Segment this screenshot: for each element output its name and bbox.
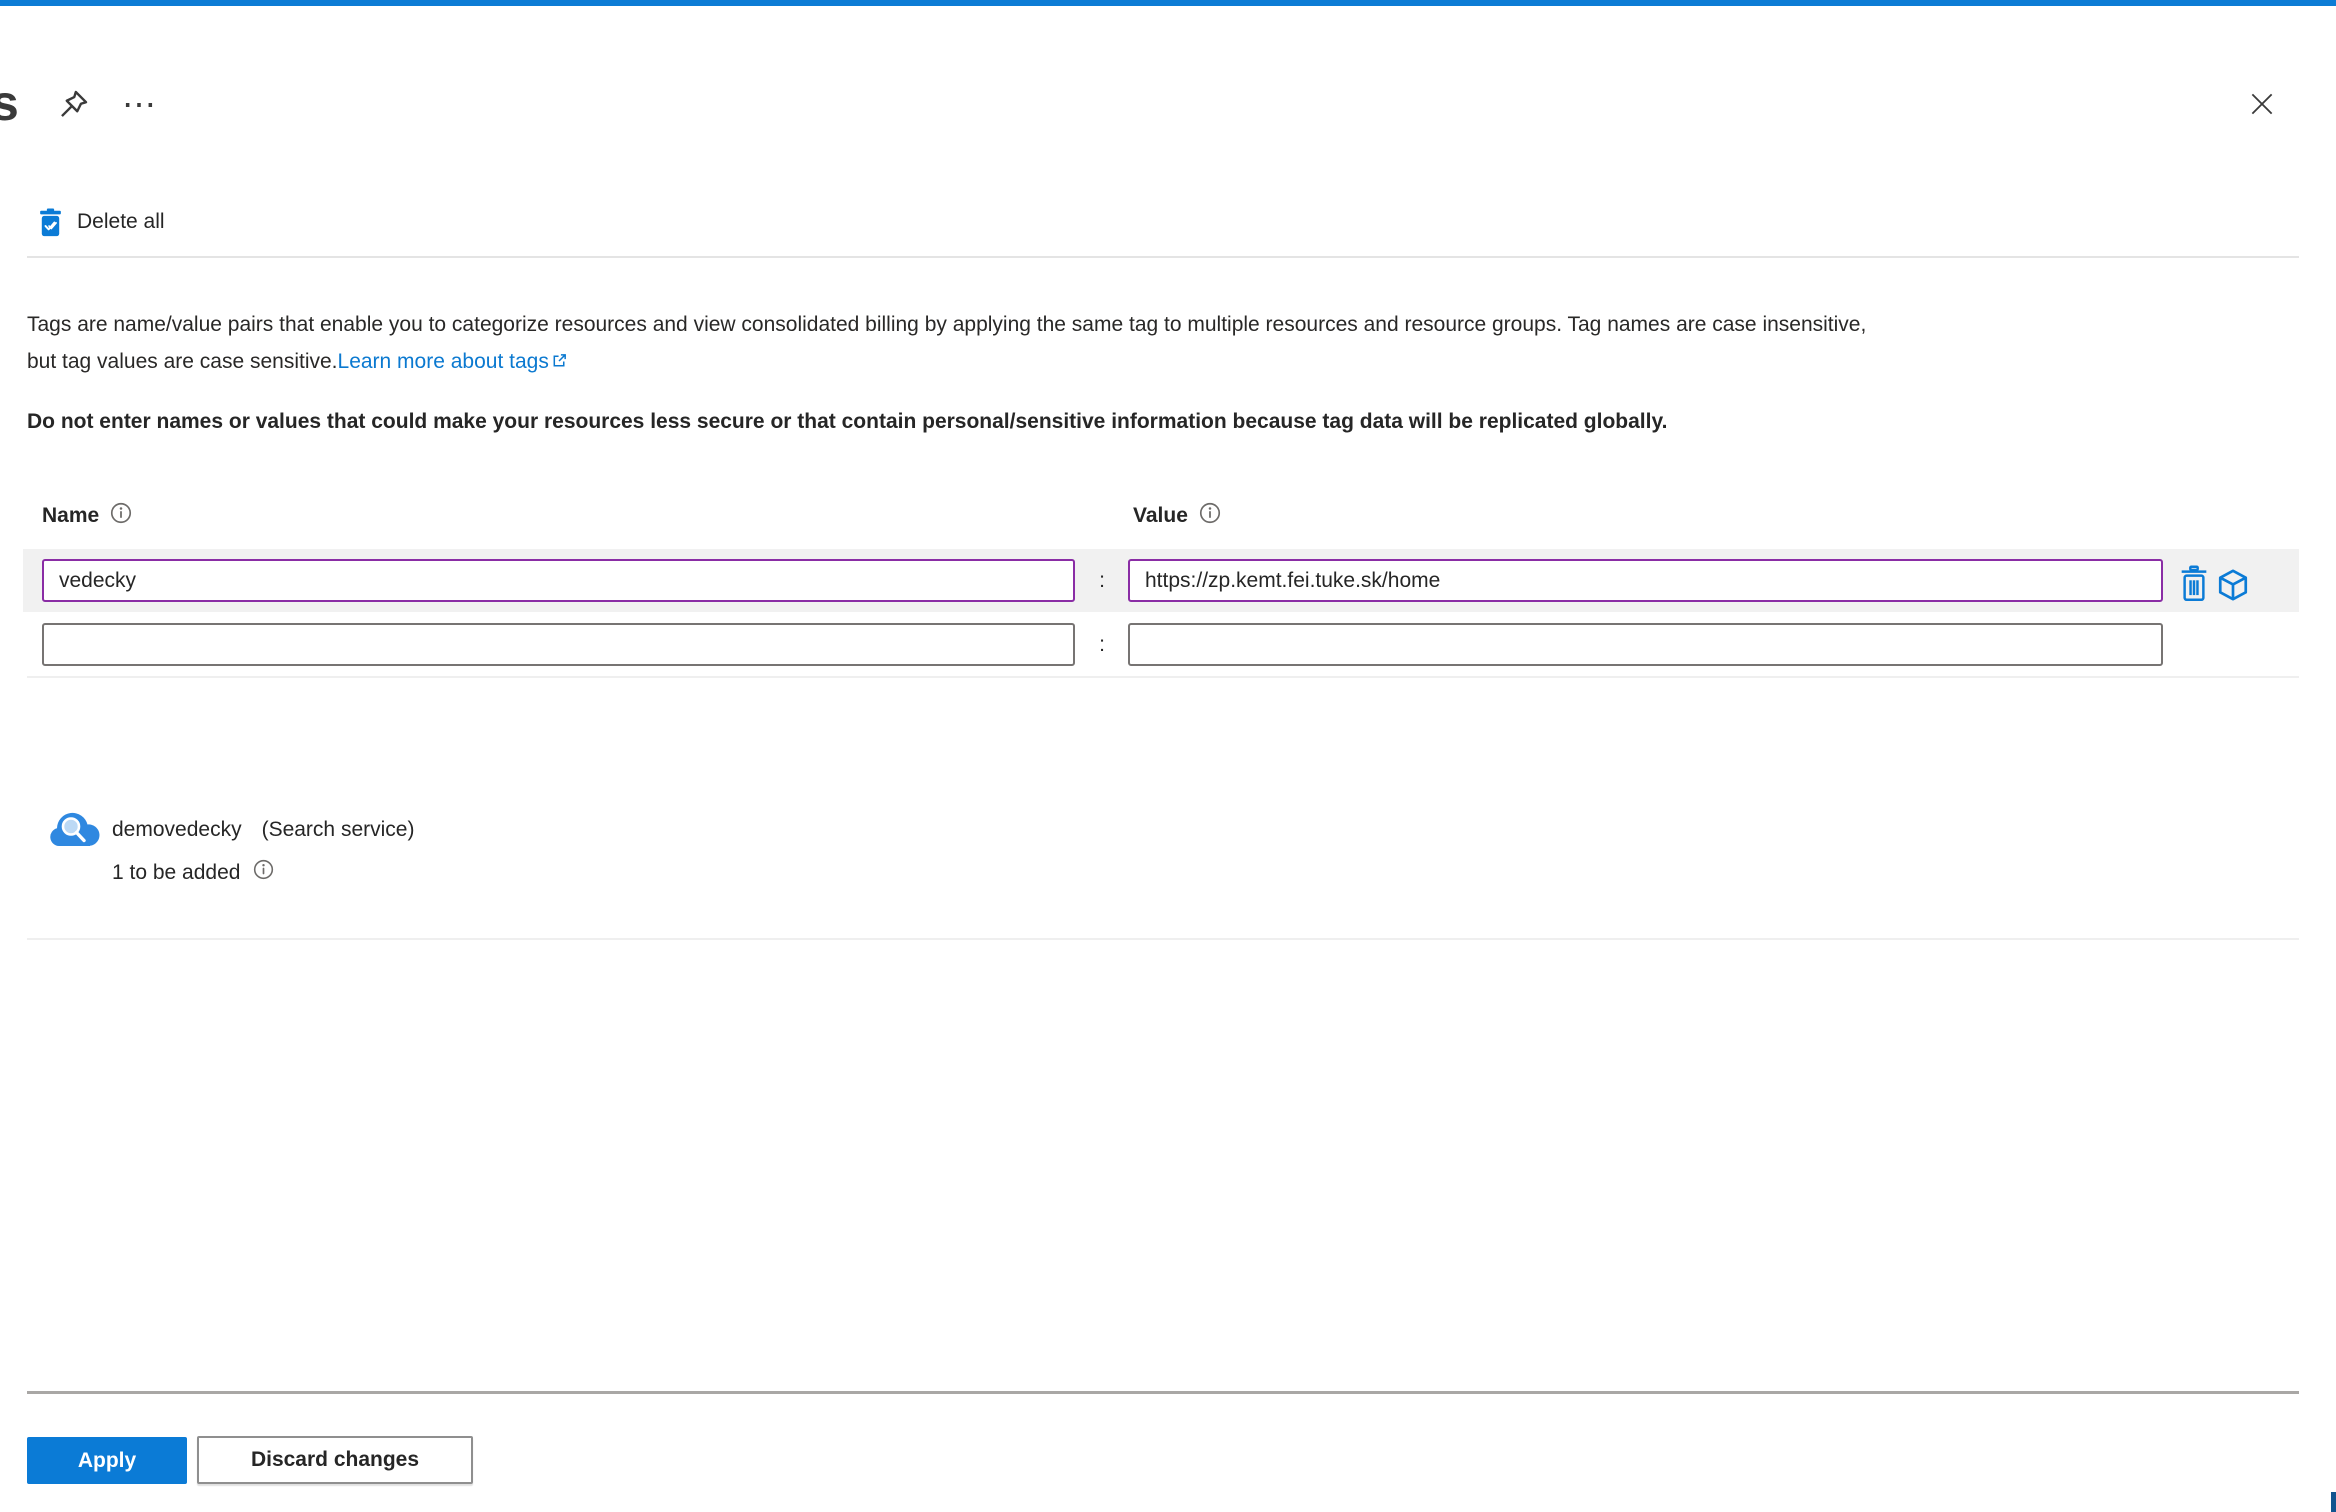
ellipsis-icon: ⋯	[122, 86, 158, 124]
cube-icon	[2218, 569, 2248, 601]
tags-description-line1: Tags are name/value pairs that enable yo…	[27, 313, 1867, 336]
trash-icon	[2181, 564, 2207, 601]
external-link-icon	[551, 344, 568, 381]
tag-separator-row1: :	[1099, 569, 1105, 592]
pin-icon	[61, 90, 88, 117]
resource-row: demovedecky (Search service)	[112, 818, 414, 842]
resource-status-row: 1 to be added	[112, 859, 274, 886]
learn-more-link[interactable]: Learn more about tags	[338, 350, 568, 373]
footer-divider	[27, 1391, 2299, 1394]
delete-all-label: Delete all	[77, 210, 165, 233]
tag-separator-row2: :	[1099, 633, 1105, 656]
name-info-icon[interactable]	[110, 502, 132, 530]
pin-button[interactable]	[52, 84, 94, 126]
tag-rows-divider	[27, 676, 2299, 678]
resource-type: (Search service)	[261, 818, 415, 841]
scrollbar-fragment	[2331, 1492, 2336, 1512]
security-warning-text: Do not enter names or values that could …	[27, 410, 1668, 433]
tags-blade: s ⋯ Delete all Tags are name/value pairs…	[0, 0, 2336, 1512]
resource-status: 1 to be added	[112, 860, 241, 884]
tag-value-input-row2[interactable]	[1128, 623, 2163, 666]
tag-name-input-row2[interactable]	[42, 623, 1075, 666]
command-bar-divider	[27, 256, 2299, 258]
close-button[interactable]	[2240, 82, 2284, 126]
close-icon	[2251, 93, 2273, 115]
tags-description-line2: but tag values are case sensitive.Learn …	[27, 343, 2317, 381]
discard-changes-button[interactable]: Discard changes	[197, 1436, 473, 1484]
delete-all-icon	[40, 208, 61, 236]
value-info-icon[interactable]	[1199, 502, 1221, 530]
delete-all-button[interactable]: Delete all	[38, 200, 165, 244]
tag-name-input-row1[interactable]	[42, 559, 1075, 602]
resource-name: demovedecky	[112, 818, 242, 841]
value-column-header: Value	[1133, 502, 1221, 530]
tag-value-input-row1[interactable]	[1128, 559, 2163, 602]
search-service-icon	[46, 810, 100, 855]
page-title-fragment: s	[0, 75, 19, 131]
delete-tag-row-button[interactable]	[2176, 562, 2212, 604]
top-accent-bar	[0, 0, 2336, 6]
resource-section-divider	[27, 938, 2299, 940]
tags-description: Tags are name/value pairs that enable yo…	[27, 306, 2317, 381]
more-options-button[interactable]: ⋯	[116, 84, 164, 126]
apply-button[interactable]: Apply	[27, 1437, 187, 1484]
resource-scope-button[interactable]	[2213, 566, 2253, 604]
name-column-header: Name	[42, 502, 132, 530]
status-info-icon[interactable]	[253, 859, 274, 886]
